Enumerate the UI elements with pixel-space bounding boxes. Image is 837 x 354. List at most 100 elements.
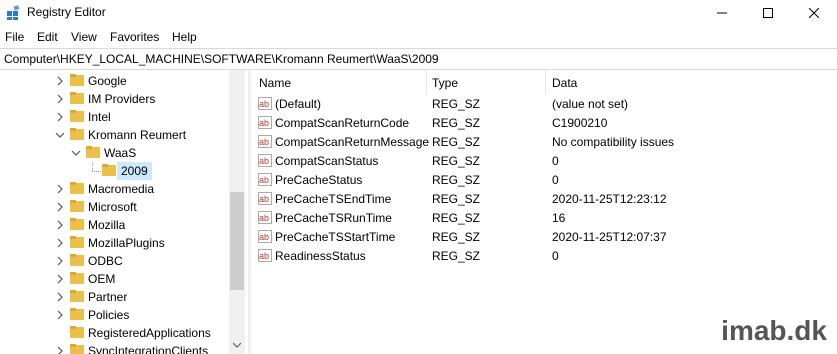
column-header-type[interactable]: Type xyxy=(432,76,458,90)
chevron-right-icon[interactable] xyxy=(55,273,65,285)
chevron-right-icon[interactable] xyxy=(55,219,65,231)
value-row[interactable]: ab (Default) REG_SZ (value not set) xyxy=(252,95,837,114)
tree-item-policies[interactable]: Policies xyxy=(0,306,229,324)
value-type: REG_SZ xyxy=(432,97,481,111)
value-name: (Default) xyxy=(275,97,322,111)
chevron-right-icon[interactable] xyxy=(55,111,65,123)
tree-item-2009-selected[interactable]: 2009 xyxy=(0,162,229,180)
menu-help[interactable]: Help xyxy=(172,30,197,44)
value-row[interactable]: ab CompatScanReturnMessage REG_SZ No com… xyxy=(252,133,837,152)
svg-text:ab: ab xyxy=(259,213,269,223)
chevron-right-icon[interactable] xyxy=(55,93,65,105)
value-row[interactable]: ab ReadinessStatus REG_SZ 0 xyxy=(252,247,837,266)
value-row[interactable]: ab PreCacheTSStartTime REG_SZ 2020-11-25… xyxy=(252,228,837,247)
key-tree: Google IM Providers Intel Kromann Reumer… xyxy=(0,70,245,354)
maximize-button[interactable] xyxy=(745,0,791,25)
value-name: PreCacheTSStartTime xyxy=(275,230,396,244)
value-type: REG_SZ xyxy=(432,116,481,130)
string-value-icon: ab xyxy=(258,230,272,243)
pane-splitter[interactable] xyxy=(248,70,251,354)
folder-icon xyxy=(70,308,84,320)
tree-item-mozilla[interactable]: Mozilla xyxy=(0,216,229,234)
value-row[interactable]: ab CompatScanReturnCode REG_SZ C1900210 xyxy=(252,114,837,133)
chevron-down-icon[interactable] xyxy=(71,147,81,159)
tree-item-oem[interactable]: OEM xyxy=(0,270,229,288)
address-bar[interactable]: Computer\HKEY_LOCAL_MACHINE\SOFTWARE\Kro… xyxy=(0,48,837,70)
folder-open-icon xyxy=(70,128,84,140)
string-value-icon: ab xyxy=(258,173,272,186)
value-row[interactable]: ab PreCacheStatus REG_SZ 0 xyxy=(252,171,837,190)
svg-text:ab: ab xyxy=(259,251,269,261)
tree-item-label: 2009 xyxy=(117,162,152,180)
tree-item-kromann-reumert[interactable]: Kromann Reumert xyxy=(0,126,229,144)
column-divider[interactable] xyxy=(426,70,427,94)
chevron-right-icon[interactable] xyxy=(55,291,65,303)
tree-item-intel[interactable]: Intel xyxy=(0,108,229,126)
svg-text:ab: ab xyxy=(259,137,269,147)
value-data: 16 xyxy=(552,211,566,225)
window-title: Registry Editor xyxy=(27,5,106,19)
menu-view[interactable]: View xyxy=(71,30,97,44)
tree-item-im-providers[interactable]: IM Providers xyxy=(0,90,229,108)
folder-icon xyxy=(70,254,84,266)
tree-item-label: RegisteredApplications xyxy=(88,326,211,340)
chevron-right-icon[interactable] xyxy=(55,309,65,321)
value-data: No compatibility issues xyxy=(552,135,675,149)
tree-item-odbc[interactable]: ODBC xyxy=(0,252,229,270)
address-path[interactable]: Computer\HKEY_LOCAL_MACHINE\SOFTWARE\Kro… xyxy=(4,52,439,66)
value-row[interactable]: ab PreCacheTSEndTime REG_SZ 2020-11-25T1… xyxy=(252,190,837,209)
tree-scrollbar[interactable] xyxy=(229,70,245,354)
column-header-data[interactable]: Data xyxy=(552,76,577,90)
minimize-button[interactable] xyxy=(699,0,745,25)
folder-icon xyxy=(70,182,84,194)
menu-edit[interactable]: Edit xyxy=(37,30,58,44)
close-button[interactable] xyxy=(791,0,837,25)
folder-icon xyxy=(70,110,84,122)
value-row[interactable]: ab CompatScanStatus REG_SZ 0 xyxy=(252,152,837,171)
scrollbar-thumb[interactable] xyxy=(230,192,244,290)
chevron-right-icon[interactable] xyxy=(55,345,65,354)
tree-item-registeredapplications[interactable]: RegisteredApplications xyxy=(0,324,229,342)
menu-favorites[interactable]: Favorites xyxy=(110,30,159,44)
folder-icon xyxy=(70,290,84,302)
folder-icon xyxy=(70,326,84,338)
value-data: (value not set) xyxy=(552,97,629,111)
tree-item-microsoft[interactable]: Microsoft xyxy=(0,198,229,216)
chevron-right-icon[interactable] xyxy=(55,183,65,195)
chevron-right-icon[interactable] xyxy=(55,75,65,87)
menu-file[interactable]: File xyxy=(5,30,24,44)
tree-item-label: Macromedia xyxy=(88,182,155,196)
value-name: ReadinessStatus xyxy=(275,249,366,263)
value-name: CompatScanReturnMessage xyxy=(275,135,430,149)
column-header-name[interactable]: Name xyxy=(259,76,291,90)
scroll-down-arrow-icon[interactable] xyxy=(233,342,241,348)
tree-item-google[interactable]: Google xyxy=(0,72,229,90)
folder-icon xyxy=(102,164,116,176)
string-value-icon: ab xyxy=(258,97,272,110)
tree-item-partner[interactable]: Partner xyxy=(0,288,229,306)
chevron-right-icon[interactable] xyxy=(55,237,65,249)
value-name: PreCacheTSRunTime xyxy=(275,211,392,225)
value-type: REG_SZ xyxy=(432,192,481,206)
tree-item-label: Microsoft xyxy=(88,200,137,214)
value-row[interactable]: ab PreCacheTSRunTime REG_SZ 16 xyxy=(252,209,837,228)
chevron-right-icon[interactable] xyxy=(55,201,65,213)
watermark-suffix: .dk xyxy=(786,315,827,346)
close-icon xyxy=(809,7,819,18)
chevron-down-icon[interactable] xyxy=(55,129,65,141)
value-type: REG_SZ xyxy=(432,173,481,187)
value-data: C1900210 xyxy=(552,116,608,130)
value-name: CompatScanStatus xyxy=(275,154,379,168)
string-value-icon: ab xyxy=(258,249,272,262)
tree-item-waas[interactable]: WaaS xyxy=(0,144,229,162)
tree-item-syncintegrationclients[interactable]: SyncIntegrationClients xyxy=(0,342,229,354)
folder-icon xyxy=(70,344,84,354)
tree-item-label: Mozilla xyxy=(88,218,126,232)
tree-item-macromedia[interactable]: Macromedia xyxy=(0,180,229,198)
value-type: REG_SZ xyxy=(432,230,481,244)
column-divider[interactable] xyxy=(545,70,546,94)
tree-item-label: SyncIntegrationClients xyxy=(88,344,209,354)
tree-item-mozillaplugins[interactable]: MozillaPlugins xyxy=(0,234,229,252)
value-type: REG_SZ xyxy=(432,135,481,149)
chevron-right-icon[interactable] xyxy=(55,255,65,267)
